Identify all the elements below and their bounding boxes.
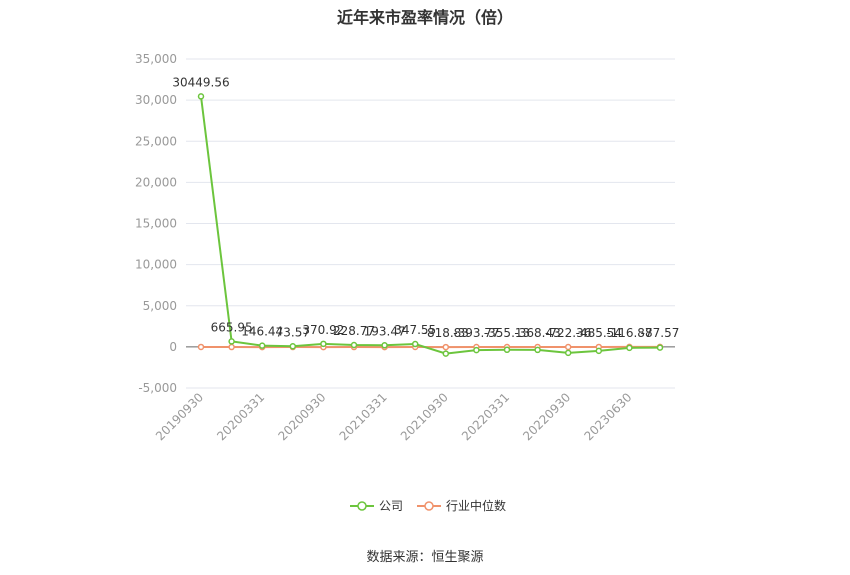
y-tick-label: 30,000 bbox=[135, 93, 177, 107]
data-point bbox=[320, 340, 327, 348]
data-point bbox=[228, 338, 235, 345]
data-point bbox=[626, 344, 633, 352]
y-tick-label: 25,000 bbox=[135, 134, 177, 148]
data-point bbox=[289, 343, 297, 350]
x-axis: 20190930 20200331 20200930 20210331 20210930… bbox=[153, 346, 675, 443]
y-tick-label: 0 bbox=[169, 340, 177, 354]
y-tick-label: 35,000 bbox=[135, 52, 177, 66]
x-tick-label: 20220930 bbox=[520, 390, 573, 443]
data-point bbox=[228, 343, 235, 351]
legend-label: 公司 bbox=[379, 499, 403, 513]
legend-label: 行业中位数 bbox=[446, 498, 506, 513]
data-point bbox=[258, 342, 266, 349]
data-label: -87.57 bbox=[641, 326, 680, 340]
data-point bbox=[442, 343, 450, 351]
data-label: 30449.56 bbox=[172, 75, 229, 89]
y-tick-label: 10,000 bbox=[135, 258, 177, 272]
series-lines bbox=[197, 93, 664, 357]
line-chart: -5,000 0 5,000 10,000 15,000 20,000 25,000 30,0… bbox=[135, 52, 679, 513]
x-tick-label: 20190930 bbox=[153, 390, 206, 443]
x-tick-label: 20200930 bbox=[275, 390, 328, 443]
data-point bbox=[656, 344, 664, 351]
legend-marker bbox=[424, 501, 434, 511]
source-note: 数据来源：恒生聚源 bbox=[366, 550, 484, 565]
y-tick-label: 20,000 bbox=[135, 175, 177, 189]
x-tick-label: 20210331 bbox=[337, 390, 390, 443]
y-tick-label: -5,000 bbox=[138, 381, 177, 395]
series-line bbox=[200, 96, 661, 355]
legend-marker bbox=[357, 501, 367, 511]
data-point bbox=[197, 343, 205, 351]
legend: 公司 行业中位数 bbox=[350, 498, 506, 513]
x-tick-label: 20210930 bbox=[398, 390, 451, 443]
data-point bbox=[564, 343, 572, 351]
data-point bbox=[442, 350, 450, 357]
data-point bbox=[503, 346, 511, 354]
x-tick-label: 20230630 bbox=[581, 390, 634, 443]
x-tick-label: 20200331 bbox=[214, 390, 267, 443]
data-labels: 30449.56665.95146.4473.57370.92228.77193… bbox=[172, 75, 679, 339]
data-point bbox=[381, 342, 388, 349]
data-point bbox=[473, 346, 480, 354]
data-point bbox=[411, 340, 419, 348]
data-point bbox=[564, 349, 572, 357]
data-point bbox=[197, 93, 205, 100]
y-tick-label: 15,000 bbox=[135, 217, 177, 231]
y-axis-ticks: -5,000 0 5,000 10,000 15,000 20,000 25,000 30,0… bbox=[135, 52, 177, 395]
data-point bbox=[534, 346, 541, 354]
y-tick-label: 5,000 bbox=[143, 299, 177, 313]
x-tick-label: 20220331 bbox=[459, 390, 512, 443]
data-point bbox=[595, 347, 603, 355]
data-point bbox=[350, 341, 358, 349]
